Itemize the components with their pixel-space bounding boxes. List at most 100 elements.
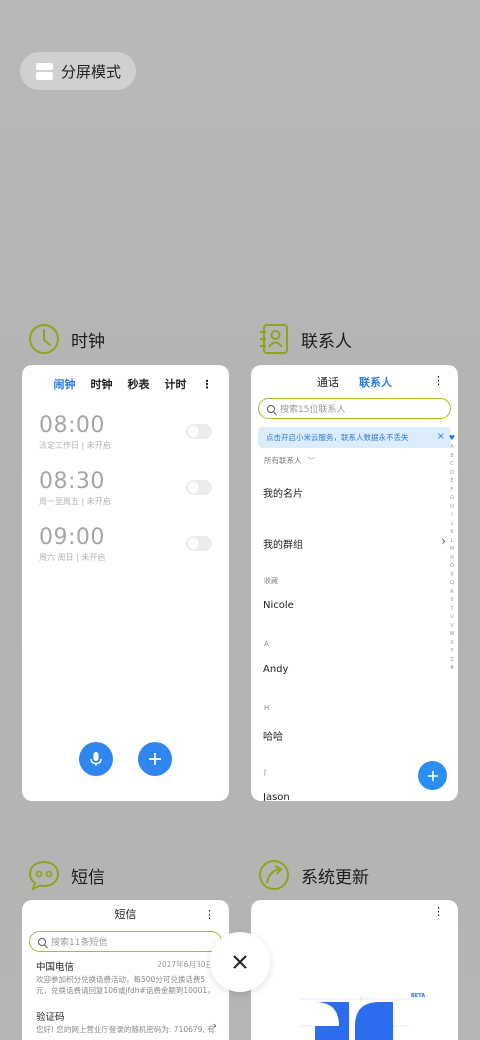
- tab-clock[interactable]: 时钟: [91, 376, 113, 392]
- sms-title-bar: 短信 ⋮: [22, 900, 229, 930]
- alphabet-index-letter[interactable]: Q: [450, 579, 454, 588]
- sms-app-header[interactable]: 短信: [27, 858, 105, 892]
- tab-stopwatch[interactable]: 秒表: [128, 376, 150, 392]
- clear-all-button[interactable]: [210, 932, 270, 992]
- alarm-item[interactable]: 08:30 周一至周五 | 未开启: [22, 462, 229, 518]
- alphabet-index[interactable]: ♥ A B C D E F G H I J K L M N O P Q R S T U V W X Y Z #: [448, 434, 456, 673]
- message-item[interactable]: 验证码 您好! 您的网上营业厅登录的随机密码为: 710679, 有... ›: [22, 1009, 229, 1036]
- alarm-detail: 周六 周日 | 未开启: [39, 553, 106, 562]
- alphabet-index-letter[interactable]: N: [450, 554, 454, 563]
- search-placeholder: 搜索11条短信: [51, 938, 108, 948]
- tab-calls[interactable]: 通话: [317, 374, 339, 390]
- alarm-toggle[interactable]: [186, 480, 212, 495]
- alphabet-index-letter[interactable]: V: [450, 622, 453, 631]
- chevron-right-icon: ›: [212, 1019, 217, 1032]
- my-card-row[interactable]: 我的名片: [263, 485, 303, 500]
- message-item[interactable]: 中国电信 2017年6月30日 欢迎参加积分兑换话费活动，每500分可兑换话费5…: [22, 959, 229, 996]
- voice-alarm-button[interactable]: [79, 742, 113, 776]
- add-alarm-button[interactable]: [138, 742, 172, 776]
- alarm-toggle[interactable]: [186, 424, 212, 439]
- alphabet-index-letter[interactable]: U: [450, 613, 454, 622]
- updater-app-header[interactable]: 系统更新: [257, 858, 369, 892]
- clock-card[interactable]: 闹钟 时钟 秒表 计时 ⋮ 08:00 法定工作日 | 未开启 08:30 周一…: [22, 365, 229, 801]
- contact-row[interactable]: Nicole: [263, 600, 294, 611]
- alphabet-index-letter[interactable]: F: [451, 486, 454, 495]
- more-menu-icon[interactable]: ⋮: [433, 905, 444, 918]
- chevron-right-icon: ›: [441, 534, 446, 548]
- contacts-search-input[interactable]: 搜索15位联系人: [258, 398, 451, 419]
- more-menu-icon[interactable]: ⋮: [204, 900, 215, 930]
- alarm-item[interactable]: 09:00 周六 周日 | 未开启: [22, 518, 229, 574]
- split-screen-icon: [36, 62, 53, 80]
- alphabet-index-letter[interactable]: #: [450, 664, 454, 673]
- close-icon[interactable]: ×: [437, 431, 445, 442]
- alphabet-index-letter[interactable]: P: [450, 571, 453, 580]
- contacts-app-name: 联系人: [301, 331, 352, 352]
- filter-label: 所有联系人: [264, 456, 302, 465]
- alphabet-index-letter[interactable]: M: [450, 545, 454, 554]
- tab-timer[interactable]: 计时: [165, 376, 187, 392]
- sms-title: 短信: [114, 908, 137, 921]
- clock-icon: [29, 324, 59, 354]
- my-groups-row[interactable]: 我的群组 ›: [263, 534, 446, 551]
- alphabet-index-letter[interactable]: Z: [450, 656, 453, 665]
- update-illustration: [299, 996, 409, 1040]
- alphabet-index-letter[interactable]: D: [450, 469, 454, 478]
- close-icon: [233, 955, 247, 969]
- chevron-down-icon: ﹀: [307, 457, 315, 465]
- alphabet-index-letter[interactable]: X: [450, 639, 453, 648]
- message-icon: [28, 860, 60, 891]
- search-icon: [267, 404, 275, 413]
- alphabet-index-letter[interactable]: A: [450, 443, 453, 452]
- split-screen-label: 分屏模式: [61, 62, 122, 81]
- alphabet-index-letter[interactable]: C: [450, 460, 454, 469]
- message-preview: 您好! 您的网上营业厅登录的随机密码为: 710679, 有...: [36, 1025, 216, 1034]
- plus-icon: [427, 770, 438, 781]
- alarm-item[interactable]: 08:00 法定工作日 | 未开启: [22, 406, 229, 462]
- alphabet-index-letter[interactable]: R: [450, 588, 453, 597]
- updater-card[interactable]: ⋮ BETA: [251, 900, 458, 1040]
- alphabet-index-letter[interactable]: E: [450, 477, 453, 486]
- alphabet-index-letter[interactable]: J: [451, 520, 452, 529]
- contacts-filter[interactable]: 所有联系人 ﹀: [264, 455, 315, 466]
- message-date: 2017年6月30日: [157, 960, 213, 969]
- section-header: H: [264, 704, 270, 712]
- contact-row[interactable]: 哈哈: [263, 728, 283, 743]
- alphabet-index-letter[interactable]: W: [450, 630, 455, 639]
- alphabet-index-letter[interactable]: L: [451, 537, 454, 546]
- section-header: 收藏: [264, 577, 278, 585]
- cloud-service-banner[interactable]: 点击开启小米云服务，联系人数据永不丢失 ×: [258, 427, 451, 448]
- tab-alarm[interactable]: 闹钟: [54, 376, 76, 392]
- alphabet-index-letter[interactable]: H: [450, 503, 454, 512]
- sms-app-name: 短信: [71, 867, 105, 888]
- clock-app-header[interactable]: 时钟: [27, 322, 105, 356]
- alphabet-index-letter[interactable]: S: [450, 596, 453, 605]
- alphabet-index-letter[interactable]: T: [450, 605, 453, 614]
- alphabet-index-letter[interactable]: Y: [450, 647, 453, 656]
- contacts-card[interactable]: 通话 联系人 ⋮ 搜索15位联系人 点击开启小米云服务，联系人数据永不丢失 × …: [251, 365, 458, 801]
- contacts-app-header[interactable]: 联系人: [257, 322, 352, 356]
- favorites-heart-icon: ♥: [448, 434, 456, 442]
- alphabet-index-letter[interactable]: O: [450, 562, 454, 571]
- contact-row[interactable]: Jason: [263, 792, 290, 801]
- microphone-icon: [90, 752, 102, 766]
- sms-card[interactable]: 短信 ⋮ 搜索11条短信 中国电信 2017年6月30日 欢迎参加积分兑换话费活…: [22, 900, 229, 1040]
- beta-badge: BETA: [411, 993, 426, 999]
- contacts-tabs: 通话 联系人 ⋮: [251, 366, 458, 398]
- alphabet-index-letter[interactable]: G: [450, 494, 454, 503]
- sms-search-input[interactable]: 搜索11条短信: [29, 931, 222, 952]
- more-menu-icon[interactable]: ⋮: [433, 374, 444, 387]
- banner-text: 点击开启小米云服务，联系人数据永不丢失: [266, 433, 409, 442]
- alphabet-index-letter[interactable]: I: [451, 511, 452, 520]
- alphabet-index-letter[interactable]: B: [450, 452, 453, 461]
- more-menu-icon[interactable]: ⋮: [202, 378, 213, 391]
- tab-contacts[interactable]: 联系人: [359, 374, 392, 390]
- add-contact-button[interactable]: [418, 761, 447, 790]
- contacts-icon: [260, 324, 288, 354]
- alphabet-index-letter[interactable]: K: [450, 528, 453, 537]
- search-placeholder: 搜索15位联系人: [280, 405, 346, 415]
- split-screen-button[interactable]: 分屏模式: [20, 52, 136, 90]
- contact-row[interactable]: Andy: [263, 664, 288, 675]
- alarm-toggle[interactable]: [186, 536, 212, 551]
- clock-app-name: 时钟: [71, 331, 105, 352]
